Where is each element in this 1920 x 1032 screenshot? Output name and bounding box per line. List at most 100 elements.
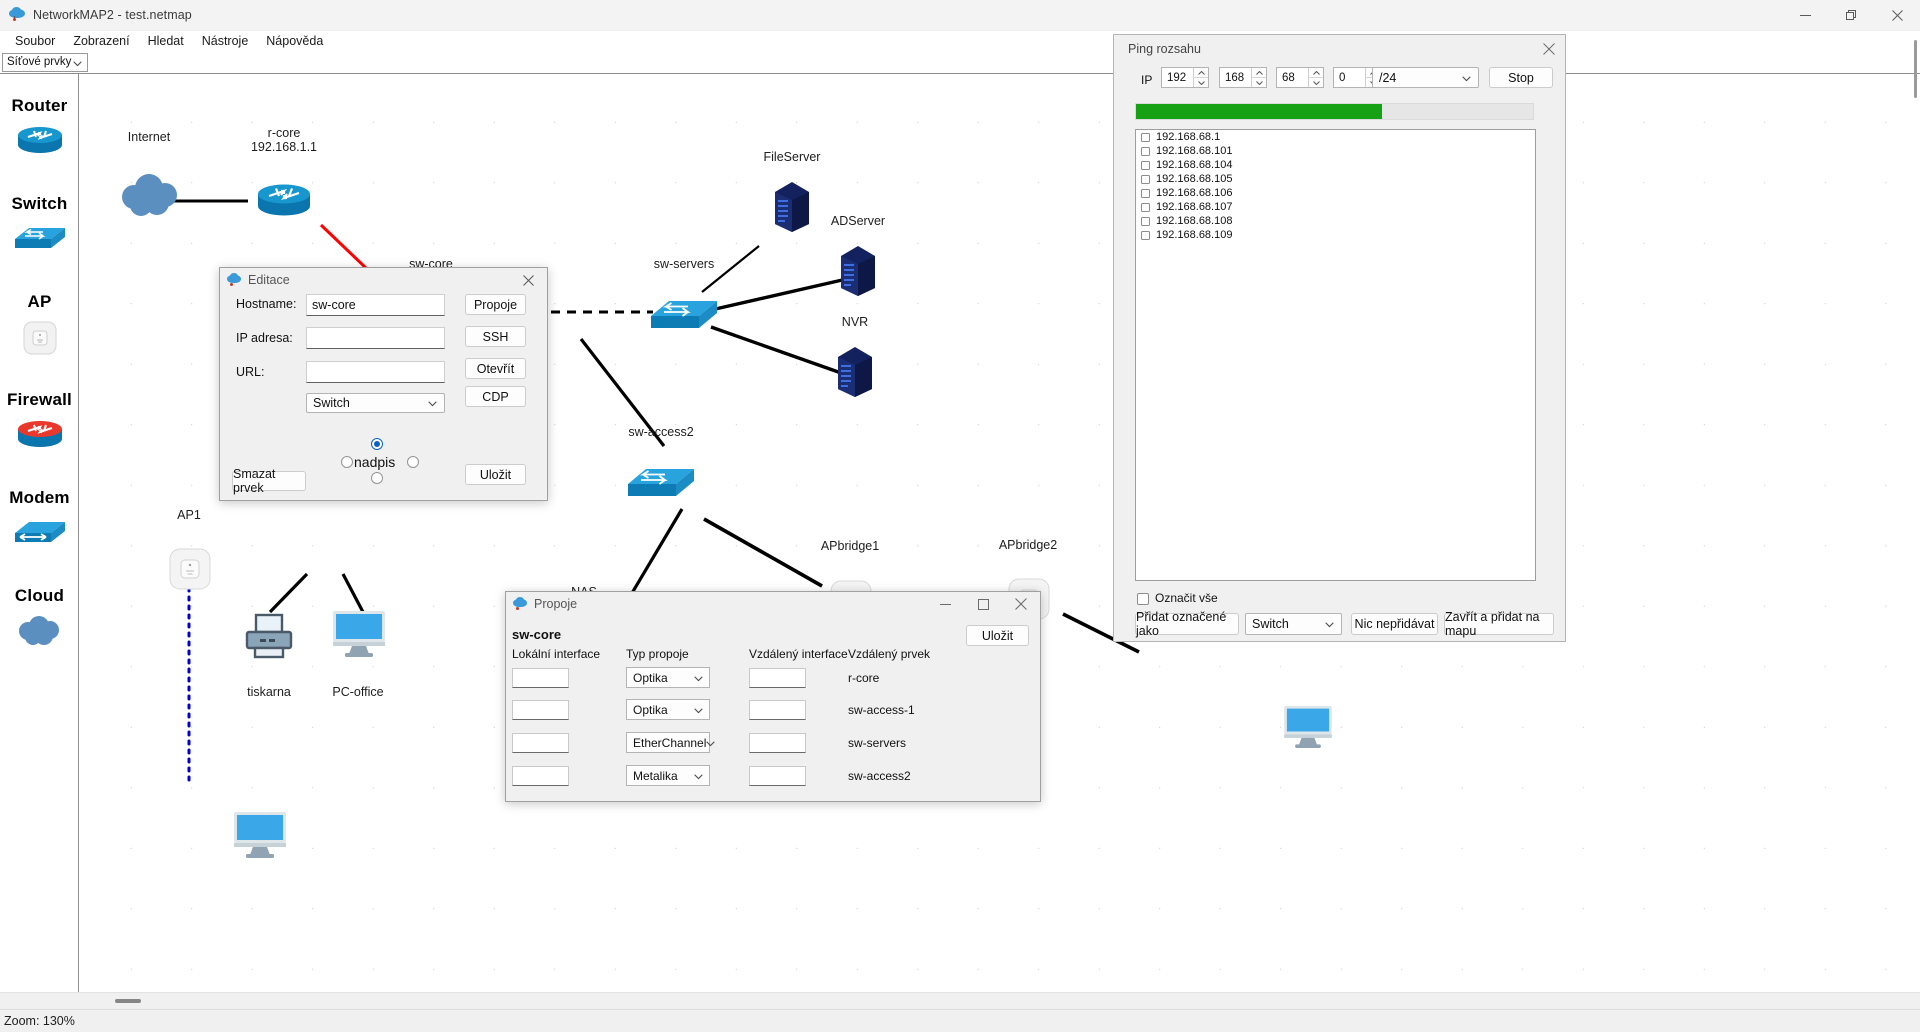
ping-result-checkbox[interactable]: [1141, 161, 1150, 170]
node-fileserver[interactable]: [773, 180, 811, 237]
table-row-remote-input[interactable]: [749, 700, 806, 720]
ip-octet-2-stepper[interactable]: 168: [1219, 67, 1267, 88]
ping-result-checkbox[interactable]: [1141, 189, 1150, 198]
close-and-add-button[interactable]: Zavřít a přidat na mapu: [1444, 613, 1554, 635]
close-icon[interactable]: [1543, 42, 1555, 60]
node-pc-bottom[interactable]: [232, 810, 288, 863]
menu-item-nastroje[interactable]: Nástroje: [193, 33, 258, 49]
minimize-icon[interactable]: [1782, 0, 1828, 30]
table-row-remote-input[interactable]: [749, 733, 806, 753]
ssh-button[interactable]: SSH: [465, 326, 526, 347]
label-position-left-radio[interactable]: [341, 456, 353, 468]
node-adserver[interactable]: [839, 244, 877, 301]
label-position-bottom-radio[interactable]: [371, 472, 383, 484]
palette-item-firewall[interactable]: Firewall: [0, 390, 79, 449]
table-row-local-input[interactable]: [512, 668, 569, 688]
table-row-type-select[interactable]: Optika: [626, 699, 710, 720]
ping-result-checkbox[interactable]: [1141, 147, 1150, 156]
stepper-arrows[interactable]: [1193, 68, 1208, 87]
palette-item-cloud[interactable]: Cloud: [0, 586, 79, 645]
maximize-icon[interactable]: [964, 592, 1002, 616]
stepper-down-icon[interactable]: [1194, 78, 1208, 87]
node-tiskarna[interactable]: [243, 612, 295, 665]
subnet-mask-select[interactable]: /24: [1372, 67, 1479, 88]
propoje-button[interactable]: Propoje: [465, 294, 526, 315]
node-sw-servers[interactable]: [648, 294, 720, 339]
table-row-type-select[interactable]: EtherChannel: [626, 732, 710, 753]
close-icon[interactable]: [1874, 0, 1920, 30]
ip-octet-3-stepper[interactable]: 68: [1276, 67, 1324, 88]
otevrit-button[interactable]: Otevřít: [465, 358, 526, 379]
stepper-down-icon[interactable]: [1252, 78, 1266, 87]
close-icon[interactable]: [509, 268, 547, 292]
palette-item-modem[interactable]: Modem: [0, 488, 79, 547]
stepper-arrows[interactable]: [1251, 68, 1266, 87]
menu-item-zobrazeni[interactable]: Zobrazení: [64, 33, 138, 49]
minimize-icon[interactable]: [926, 592, 964, 616]
ip-octet-1-stepper[interactable]: 192: [1161, 67, 1209, 88]
menu-item-soubor[interactable]: Soubor: [6, 33, 64, 49]
table-row-local-input[interactable]: [512, 733, 569, 753]
node-nvr[interactable]: [836, 345, 874, 402]
palette-item-router[interactable]: Router: [0, 96, 79, 155]
skip-add-button[interactable]: Nic nepřidávat: [1351, 613, 1438, 635]
cdp-button[interactable]: CDP: [465, 386, 526, 407]
ping-result-row[interactable]: 192.168.68.1: [1136, 130, 1535, 144]
table-row-type-select[interactable]: Metalika: [626, 765, 710, 786]
table-row-remote-input[interactable]: [749, 668, 806, 688]
restore-icon[interactable]: [1828, 0, 1874, 30]
ping-result-row[interactable]: 192.168.68.108: [1136, 214, 1535, 228]
node-ap1[interactable]: [169, 548, 211, 595]
stepper-up-icon[interactable]: [1309, 68, 1323, 78]
menu-item-hledat[interactable]: Hledat: [139, 33, 193, 49]
add-selected-as-button[interactable]: Přidat označené jako: [1135, 613, 1239, 635]
stop-button[interactable]: Stop: [1489, 67, 1553, 88]
node-pc-office[interactable]: [331, 609, 387, 662]
add-as-type-select[interactable]: Switch: [1245, 613, 1342, 635]
ping-result-row[interactable]: 192.168.68.106: [1136, 186, 1535, 200]
node-pc-right[interactable]: [1282, 704, 1334, 753]
node-internet[interactable]: [119, 170, 181, 223]
ulozit-button[interactable]: Uložit: [465, 464, 526, 485]
ping-result-row[interactable]: 192.168.68.104: [1136, 158, 1535, 172]
network-map-canvas[interactable]: Internet r-core 192.168.1.1: [79, 73, 1920, 992]
ping-result-checkbox[interactable]: [1141, 203, 1150, 212]
url-input[interactable]: [306, 361, 445, 383]
table-row-local-input[interactable]: [512, 700, 569, 720]
ping-result-row[interactable]: 192.168.68.109: [1136, 228, 1535, 242]
ping-results-list[interactable]: 192.168.68.1192.168.68.101192.168.68.104…: [1135, 129, 1536, 581]
close-icon[interactable]: [1002, 592, 1040, 616]
ip-address-input[interactable]: [306, 327, 445, 349]
ping-result-row[interactable]: 192.168.68.105: [1136, 172, 1535, 186]
table-row-type-select[interactable]: Optika: [626, 667, 710, 688]
ping-result-row[interactable]: 192.168.68.101: [1136, 144, 1535, 158]
horizontal-scrollbar-thumb[interactable]: [115, 999, 141, 1003]
element-category-select[interactable]: Síťové prvky: [2, 53, 88, 72]
stepper-up-icon[interactable]: [1252, 68, 1266, 78]
ping-result-checkbox[interactable]: [1141, 175, 1150, 184]
ping-result-checkbox[interactable]: [1141, 133, 1150, 142]
device-type-select[interactable]: Switch: [306, 393, 445, 413]
node-sw-access2[interactable]: [625, 462, 697, 507]
smazat-prvek-button[interactable]: Smazat prvek: [232, 471, 306, 491]
title-bar: NetworkMAP2 - test.netmap: [0, 0, 1920, 31]
label-position-right-radio[interactable]: [407, 456, 419, 468]
table-row-remote-input[interactable]: [749, 766, 806, 786]
propoje-save-button[interactable]: Uložit: [966, 625, 1029, 646]
palette-item-switch[interactable]: Switch: [0, 194, 79, 253]
label-position-top-radio[interactable]: [371, 438, 383, 450]
palette-item-ap[interactable]: AP: [0, 292, 79, 355]
stepper-down-icon[interactable]: [1309, 78, 1323, 87]
ping-result-checkbox[interactable]: [1141, 217, 1150, 226]
horizontal-scrollbar[interactable]: [0, 992, 1920, 1009]
hostname-input[interactable]: sw-core: [306, 294, 445, 316]
ping-result-row[interactable]: 192.168.68.107: [1136, 200, 1535, 214]
stepper-up-icon[interactable]: [1194, 68, 1208, 78]
menu-item-napoveda[interactable]: Nápověda: [257, 33, 332, 49]
vertical-scrollbar-thumb[interactable]: [1914, 40, 1917, 98]
select-all-checkbox[interactable]: [1137, 593, 1149, 605]
table-row-local-input[interactable]: [512, 766, 569, 786]
stepper-arrows[interactable]: [1308, 68, 1323, 87]
ping-result-checkbox[interactable]: [1141, 231, 1150, 240]
node-r-core[interactable]: [253, 182, 315, 223]
